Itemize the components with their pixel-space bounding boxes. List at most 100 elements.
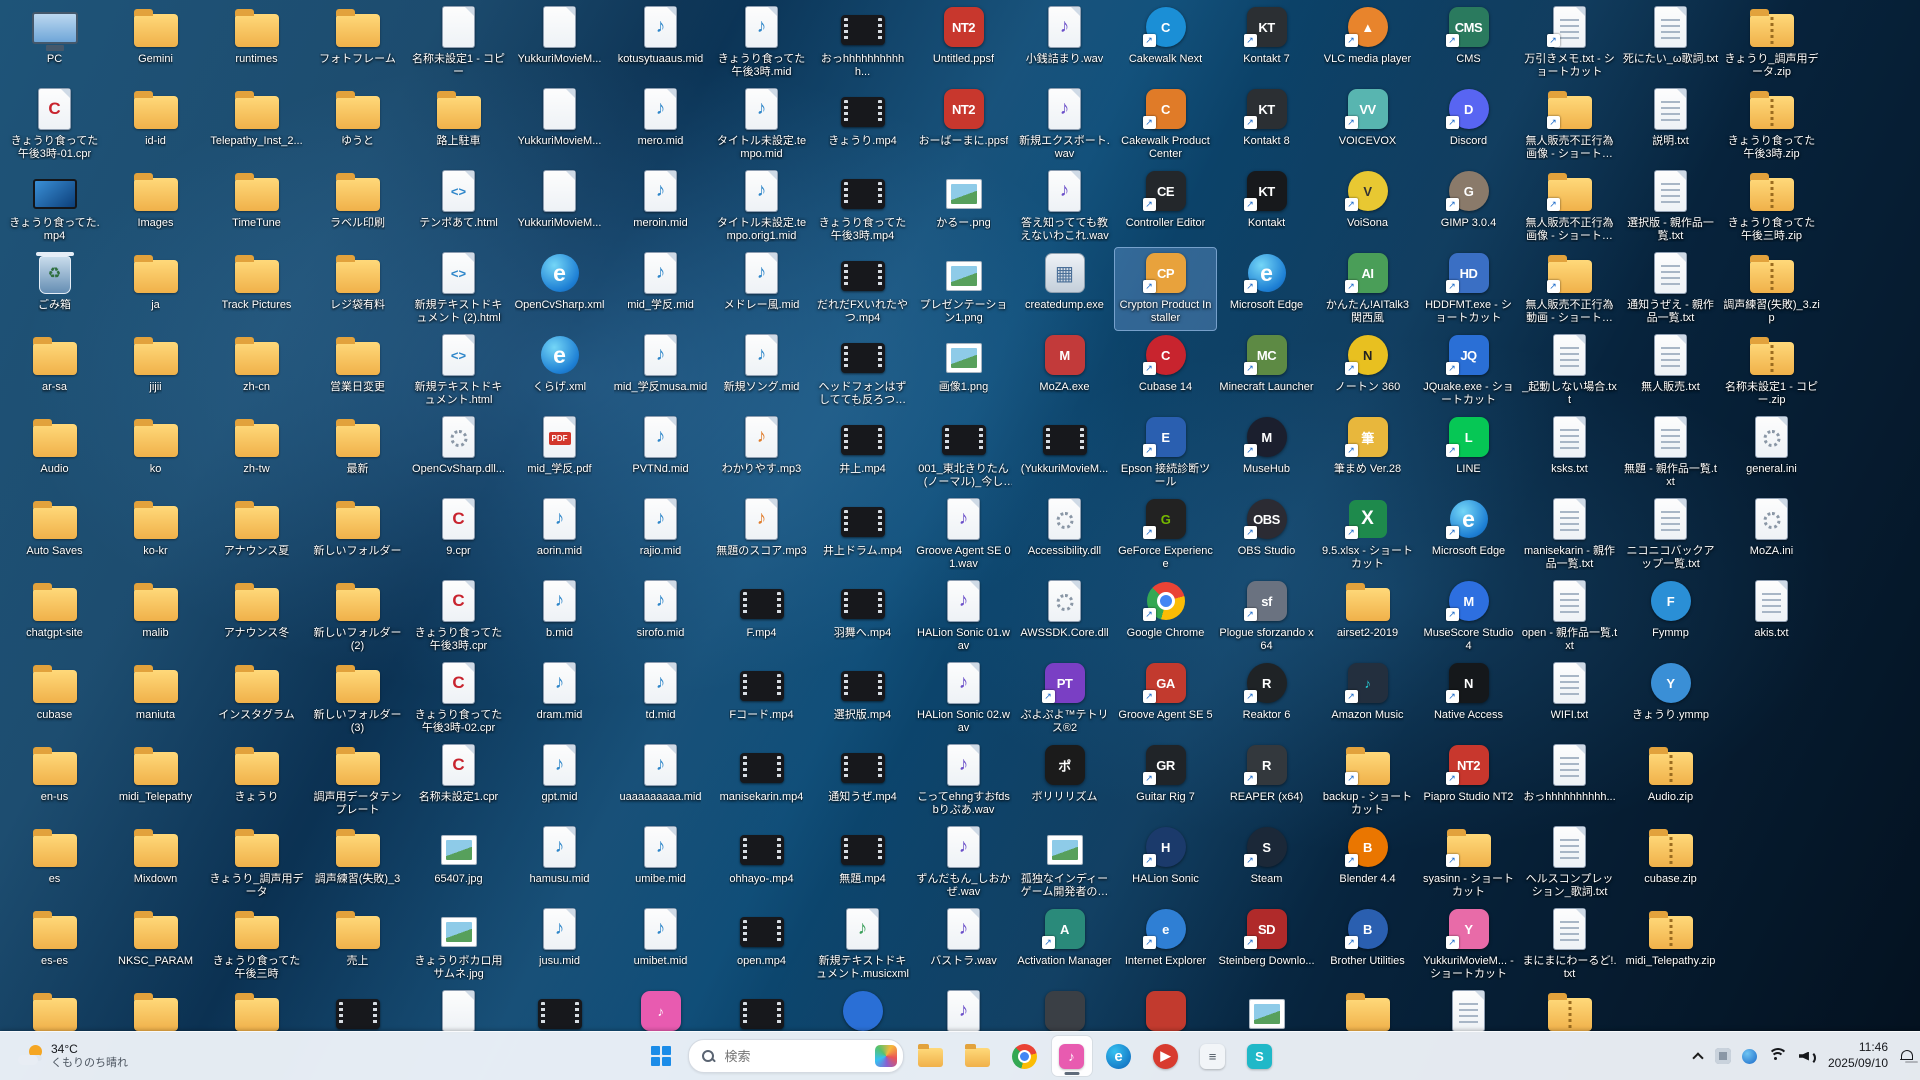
desktop-icon[interactable]: GR↗Guitar Rig 7 bbox=[1115, 740, 1216, 822]
desktop-icon[interactable]: アナウンス冬 bbox=[206, 576, 307, 658]
desktop-icon[interactable]: ↗Microsoft Edge bbox=[1418, 494, 1519, 576]
desktop-icon[interactable]: ar-sa bbox=[4, 330, 105, 412]
desktop-icon[interactable]: runtimes bbox=[206, 2, 307, 84]
desktop-icon[interactable]: N↗Native Access bbox=[1418, 658, 1519, 740]
desktop-icon[interactable]: ゆうと bbox=[307, 84, 408, 166]
desktop-icon[interactable]: HALion Sonic 01.wav bbox=[913, 576, 1014, 658]
desktop-icon[interactable]: きょうり食ってた.mp4 bbox=[4, 166, 105, 248]
desktop-icon[interactable]: CMS↗CMS bbox=[1418, 2, 1519, 84]
desktop-icon[interactable]: MMoZA.exe bbox=[1014, 330, 1115, 412]
desktop-icon[interactable]: aorin.mid bbox=[509, 494, 610, 576]
desktop-icon[interactable]: en-us bbox=[4, 740, 105, 822]
search-box[interactable] bbox=[688, 1039, 904, 1073]
clock[interactable]: 11:46 2025/09/10 bbox=[1828, 1040, 1888, 1071]
desktop-icon[interactable]: 通知うぜ.mp4 bbox=[812, 740, 913, 822]
desktop-icon[interactable]: ksks.txt bbox=[1519, 412, 1620, 494]
desktop-icon[interactable]: dram.mid bbox=[509, 658, 610, 740]
desktop-icon[interactable]: id-id bbox=[105, 84, 206, 166]
desktop-icon[interactable]: PT↗ぷよぷよ™テトリス®2 bbox=[1014, 658, 1115, 740]
desktop-icon[interactable]: ラベル印刷 bbox=[307, 166, 408, 248]
desktop-icon[interactable]: HD↗HDDFMT.exe - ショートカット bbox=[1418, 248, 1519, 330]
desktop-icon[interactable]: 新規テキストドキュメント (2).html bbox=[408, 248, 509, 330]
desktop-icon[interactable]: hamusu.mid bbox=[509, 822, 610, 904]
desktop-icon[interactable]: インスタグラム bbox=[206, 658, 307, 740]
desktop-icon[interactable]: きょうり.mp4 bbox=[812, 84, 913, 166]
desktop-icon[interactable]: きょうり食ってた午後三時 bbox=[206, 904, 307, 986]
desktop-icon[interactable]: ↗万引きメモ.txt - ショートカット bbox=[1519, 2, 1620, 84]
desktop-icon[interactable]: 営業日変更 bbox=[307, 330, 408, 412]
desktop-icon[interactable]: Yきょうり.ymmp bbox=[1620, 658, 1721, 740]
desktop-icon[interactable]: jijii bbox=[105, 330, 206, 412]
desktop-icon[interactable]: kotusytuaaus.mid bbox=[610, 2, 711, 84]
desktop-icon[interactable]: NT2おーばーまに.ppsf bbox=[913, 84, 1014, 166]
desktop-icon[interactable]: AWSSDK.Core.dll bbox=[1014, 576, 1115, 658]
desktop-icon[interactable]: FFymmp bbox=[1620, 576, 1721, 658]
desktop-icon[interactable]: MC↗Minecraft Launcher bbox=[1216, 330, 1317, 412]
desktop-icon[interactable]: NT2Untitled.ppsf bbox=[913, 2, 1014, 84]
desktop-icon[interactable]: 選択版.mp4 bbox=[812, 658, 913, 740]
desktop-icon[interactable]: 新規テキストドキュメント.musicxml bbox=[812, 904, 913, 986]
desktop-icon[interactable]: かるー.png bbox=[913, 166, 1014, 248]
desktop-icon[interactable]: きょうり_調声用データ.zip bbox=[1721, 2, 1822, 84]
desktop-icon[interactable]: 選択版 - 親作品一覧.txt bbox=[1620, 166, 1721, 248]
desktop-icon[interactable]: 新しいフォルダー (2) bbox=[307, 576, 408, 658]
desktop-icon[interactable]: 新しいフォルダー (3) bbox=[307, 658, 408, 740]
desktop-icon[interactable]: まにまにわーるど!.txt bbox=[1519, 904, 1620, 986]
start-button[interactable] bbox=[641, 1036, 681, 1076]
desktop-icon[interactable]: HALion Sonic 02.wav bbox=[913, 658, 1014, 740]
folder-window-taskbar-button[interactable] bbox=[958, 1036, 998, 1076]
desktop-icon[interactable]: uaaaaaaaaa.mid bbox=[610, 740, 711, 822]
desktop-icon[interactable]: umibet.mid bbox=[610, 904, 711, 986]
desktop-icon[interactable]: 孤独なインディーゲーム開発者の一生... bbox=[1014, 822, 1115, 904]
desktop-icon[interactable]: 無題.mp4 bbox=[812, 822, 913, 904]
desktop-icon[interactable]: C↗Cubase 14 bbox=[1115, 330, 1216, 412]
desktop-icon[interactable]: zh-tw bbox=[206, 412, 307, 494]
desktop-icon[interactable]: ko-kr bbox=[105, 494, 206, 576]
desktop-icon[interactable]: malib bbox=[105, 576, 206, 658]
desktop-icon[interactable]: おっhhhhhhhhhh... bbox=[1519, 740, 1620, 822]
tray-background-app-icon[interactable] bbox=[1715, 1048, 1731, 1064]
desktop-icon[interactable]: E↗Epson 接続診断ツール bbox=[1115, 412, 1216, 494]
desktop-icon[interactable]: きょうり bbox=[206, 740, 307, 822]
media-player-taskbar-button[interactable]: ▶ bbox=[1146, 1036, 1186, 1076]
desktop-icon[interactable]: 名称未設定1 - コピー bbox=[408, 2, 509, 84]
desktop-icon[interactable]: mid_学反.mid bbox=[610, 248, 711, 330]
desktop-icon[interactable]: M↗MuseHub bbox=[1216, 412, 1317, 494]
desktop-icon[interactable]: GA↗Groove Agent SE 5 bbox=[1115, 658, 1216, 740]
desktop-icon[interactable]: 001_東北きりたん(ノーマル)_今しゃ... bbox=[913, 412, 1014, 494]
file-explorer-taskbar-button[interactable] bbox=[911, 1036, 951, 1076]
desktop-icon[interactable]: おっhhhhhhhhhhh... bbox=[812, 2, 913, 84]
desktop-icon[interactable]: フォトフレーム bbox=[307, 2, 408, 84]
desktop-icon[interactable]: Groove Agent SE 01.wav bbox=[913, 494, 1014, 576]
desktop-icon[interactable]: 調声練習(失敗)_3.zip bbox=[1721, 248, 1822, 330]
desktop-icon[interactable]: Track Pictures bbox=[206, 248, 307, 330]
desktop-icon[interactable]: 井上ドラム.mp4 bbox=[812, 494, 913, 576]
desktop-icon[interactable]: きょうりボカロ用サムネ.jpg bbox=[408, 904, 509, 986]
desktop-icon[interactable]: airset2-2019 bbox=[1317, 576, 1418, 658]
desktop-icon[interactable]: だれだFXいれたやつ.mp4 bbox=[812, 248, 913, 330]
desktop-icon[interactable]: G↗GeForce Experience bbox=[1115, 494, 1216, 576]
desktop-icon[interactable]: Gemini bbox=[105, 2, 206, 84]
desktop[interactable]: PCGeminiruntimesフォトフレーム名称未設定1 - コピーYukku… bbox=[0, 0, 1920, 1080]
desktop-icon[interactable]: 9.cpr bbox=[408, 494, 509, 576]
desktop-icon[interactable]: _起動しない場合.txt bbox=[1519, 330, 1620, 412]
desktop-icon[interactable]: 無人販売.txt bbox=[1620, 330, 1721, 412]
desktop-icon[interactable]: OBS↗OBS Studio bbox=[1216, 494, 1317, 576]
desktop-icon[interactable]: ↗Microsoft Edge bbox=[1216, 248, 1317, 330]
desktop-icon[interactable]: NT2↗Piapro Studio NT2 bbox=[1418, 740, 1519, 822]
desktop-icon[interactable]: 無題 - 親作品一覧.txt bbox=[1620, 412, 1721, 494]
volume-icon[interactable] bbox=[1799, 1049, 1817, 1064]
desktop-icon[interactable]: V↗VoiSona bbox=[1317, 166, 1418, 248]
music-app-taskbar-button[interactable]: ♪ bbox=[1052, 1036, 1092, 1076]
desktop-icon[interactable]: mero.mid bbox=[610, 84, 711, 166]
microsoft-edge-taskbar-button[interactable] bbox=[1099, 1036, 1139, 1076]
desktop-icon[interactable]: きょうり食ってた午後3時.mid bbox=[711, 2, 812, 84]
desktop-icon[interactable]: 死にたい_ω歌詞.txt bbox=[1620, 2, 1721, 84]
desktop-icon[interactable]: 65407.jpg bbox=[408, 822, 509, 904]
desktop-icon[interactable]: ニコニコバックアップ一覧.txt bbox=[1620, 494, 1721, 576]
desktop-icon[interactable]: OpenCvSharp.xml bbox=[509, 248, 610, 330]
desktop-icon[interactable]: YukkuriMovieM... bbox=[509, 2, 610, 84]
video-editor-taskbar-button[interactable]: S bbox=[1240, 1036, 1280, 1076]
desktop-icon[interactable]: バストラ.wav bbox=[913, 904, 1014, 986]
desktop-icon[interactable]: maniuta bbox=[105, 658, 206, 740]
